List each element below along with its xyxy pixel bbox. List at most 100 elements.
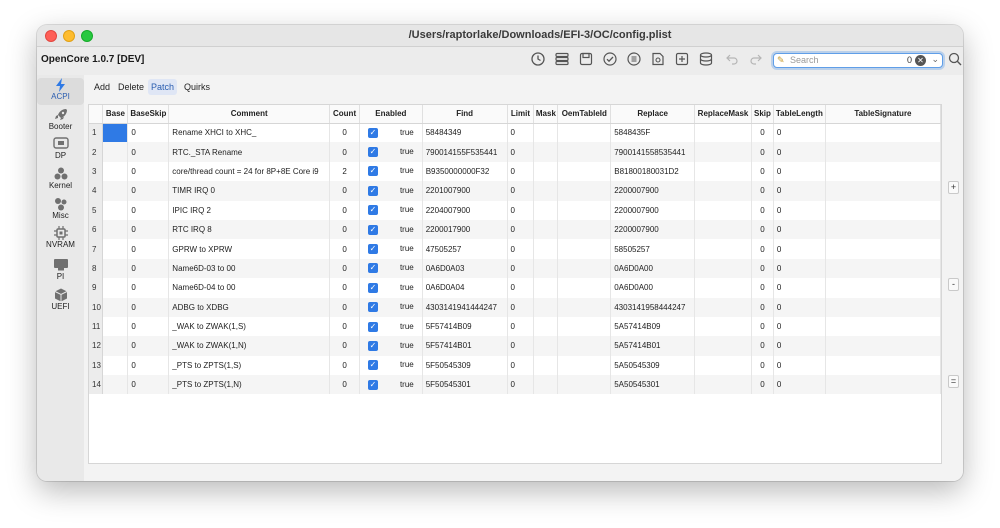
cell-count[interactable]: 0 [329, 181, 360, 201]
sidebar-item-acpi[interactable]: ACPI [37, 78, 84, 105]
table-row[interactable]: 11 0 _WAK to ZWAK(1,S) 0 ✓ true 5F57414B09 0 5A5… [89, 316, 941, 337]
cell-enabled-checkbox[interactable]: ✓ true [359, 200, 423, 220]
cell-mask[interactable] [533, 219, 559, 240]
cell-skip[interactable]: 0 [751, 297, 774, 317]
cell-mask[interactable] [533, 336, 559, 356]
cell-replacemask[interactable] [694, 258, 752, 279]
cell-find[interactable]: 5F57414B09 [422, 316, 508, 337]
document-icon[interactable] [649, 51, 667, 69]
cell-replace[interactable]: 2200007900 [610, 219, 696, 240]
cell-skip[interactable]: 0 [751, 239, 774, 259]
cell-mask[interactable] [533, 375, 559, 395]
cell-find[interactable]: 4303141941444247 [422, 297, 508, 317]
cell-tablelength[interactable]: 0 [773, 316, 826, 337]
sidebar-item-dp[interactable]: DP [37, 137, 84, 163]
tab-patch[interactable]: Patch [148, 79, 178, 95]
sidebar-item-nvram[interactable]: NVRAM [37, 226, 84, 254]
cell-replace[interactable]: 4303141958444247 [610, 297, 696, 317]
sidebar-item-booter[interactable]: Booter [37, 108, 84, 134]
tab-quirks[interactable]: Quirks [181, 79, 213, 95]
cell-enabled-checkbox[interactable]: ✓ true [359, 239, 423, 259]
cell-skip[interactable]: 0 [751, 278, 774, 298]
tab-delete[interactable]: Delete [115, 79, 147, 95]
redo-icon[interactable] [747, 51, 765, 69]
sidebar-item-misc[interactable]: Misc [37, 197, 84, 223]
column-header-base[interactable]: Base [102, 105, 129, 124]
search-icon[interactable] [948, 51, 962, 69]
cell-skip[interactable]: 0 [751, 123, 774, 143]
enabled-checkbox[interactable]: ✓ [367, 263, 378, 274]
cell-replacemask[interactable] [694, 239, 752, 259]
cell-baseskip[interactable]: 0 [127, 336, 170, 356]
cell-comment[interactable]: ADBG to XDBG [168, 297, 331, 317]
cell-limit[interactable]: 0 [507, 239, 535, 259]
table-row[interactable]: 14 0 _PTS to ZPTS(1,N) 0 ✓ true 5F50545301 0 5A5… [89, 375, 941, 395]
cell-find[interactable]: 2201007900 [422, 181, 508, 201]
cell-baseskip[interactable]: 0 [127, 200, 170, 220]
cell-enabled-checkbox[interactable]: ✓ true [359, 375, 423, 395]
cell-comment[interactable]: _WAK to ZWAK(1,N) [168, 336, 331, 356]
clock-icon[interactable] [529, 51, 547, 69]
cell-enabled-checkbox[interactable]: ✓ true [359, 316, 423, 337]
cell-find[interactable]: 47505257 [422, 239, 508, 259]
enabled-checkbox[interactable]: ✓ [367, 185, 378, 196]
cell-skip[interactable]: 0 [751, 142, 774, 162]
cell-replacemask[interactable] [694, 161, 752, 182]
cell-count[interactable]: 0 [329, 278, 360, 298]
cell-oemtableid[interactable] [557, 316, 612, 337]
cell-baseskip[interactable]: 0 [127, 278, 170, 298]
table-row[interactable]: 1 0 Rename XHCI to XHC_ 0 ✓ true 58484349 0 5848… [89, 123, 941, 143]
cell-tablesignature[interactable] [825, 123, 941, 143]
cell-mask[interactable] [533, 355, 559, 376]
cell-oemtableid[interactable] [557, 123, 612, 143]
cell-limit[interactable]: 0 [507, 200, 535, 220]
cell-comment[interactable]: Rename XHCI to XHC_ [168, 123, 331, 143]
cell-replace[interactable]: 2200007900 [610, 200, 696, 220]
column-header-oemtableid[interactable]: OemTableId [557, 105, 612, 124]
cell-mask[interactable] [533, 239, 559, 259]
cell-enabled-checkbox[interactable]: ✓ true [359, 219, 423, 240]
cell-count[interactable]: 0 [329, 200, 360, 220]
cell-replace[interactable]: B81800180031D2 [610, 161, 696, 182]
cell-skip[interactable]: 0 [751, 336, 774, 356]
undo-icon[interactable] [723, 51, 741, 69]
sidebar-item-kernel[interactable]: Kernel [37, 167, 84, 193]
cell-tablesignature[interactable] [825, 161, 941, 182]
cell-skip[interactable]: 0 [751, 316, 774, 337]
cell-enabled-checkbox[interactable]: ✓ true [359, 258, 423, 279]
cell-tablelength[interactable]: 0 [773, 297, 826, 317]
cell-limit[interactable]: 0 [507, 181, 535, 201]
cell-replacemask[interactable] [694, 297, 752, 317]
cell-count[interactable]: 0 [329, 258, 360, 279]
cell-replacemask[interactable] [694, 142, 752, 162]
cell-tablesignature[interactable] [825, 200, 941, 220]
cell-count[interactable]: 0 [329, 375, 360, 395]
cell-tablelength[interactable]: 0 [773, 181, 826, 201]
cell-tablelength[interactable]: 0 [773, 219, 826, 240]
cell-base[interactable] [102, 161, 129, 182]
cell-oemtableid[interactable] [557, 355, 612, 376]
table-row[interactable]: 9 0 Name6D-04 to 00 0 ✓ true 0A6D0A04 0 0A6D0A00… [89, 278, 941, 298]
cell-find[interactable]: 5F50545301 [422, 375, 508, 395]
enabled-checkbox[interactable]: ✓ [367, 321, 378, 332]
cell-tablelength[interactable]: 0 [773, 375, 826, 395]
cell-replacemask[interactable] [694, 278, 752, 298]
cell-tablelength[interactable]: 0 [773, 336, 826, 356]
enabled-checkbox[interactable]: ✓ [367, 127, 378, 138]
cell-base[interactable] [102, 239, 129, 259]
cell-mask[interactable] [533, 181, 559, 201]
column-header-mask[interactable]: Mask [533, 105, 559, 124]
cell-tablesignature[interactable] [825, 258, 941, 279]
cell-limit[interactable]: 0 [507, 355, 535, 376]
cell-oemtableid[interactable] [557, 200, 612, 220]
cell-replacemask[interactable] [694, 219, 752, 240]
cell-enabled-checkbox[interactable]: ✓ true [359, 161, 423, 182]
cell-replacemask[interactable] [694, 375, 752, 395]
table-row[interactable]: 3 0 core/thread count = 24 for 8P+8E Core … [89, 161, 941, 182]
cell-enabled-checkbox[interactable]: ✓ true [359, 355, 423, 376]
cell-replace[interactable]: 5A57414B01 [610, 336, 696, 356]
cell-baseskip[interactable]: 0 [127, 142, 170, 162]
cell-base[interactable] [102, 258, 129, 279]
cell-count[interactable]: 0 [329, 336, 360, 356]
cell-limit[interactable]: 0 [507, 375, 535, 395]
